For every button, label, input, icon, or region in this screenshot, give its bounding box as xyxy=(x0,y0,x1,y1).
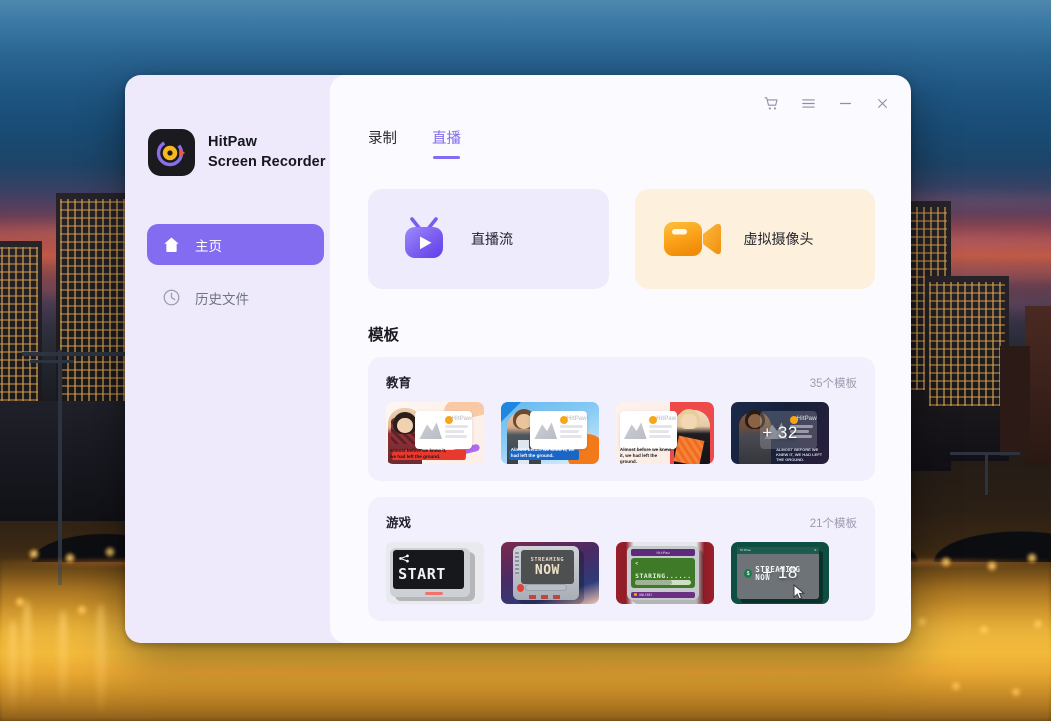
template-thumbnail[interactable]: START xyxy=(386,542,484,604)
streetlight xyxy=(28,548,40,560)
feature-card-live-stream[interactable]: 直播流 xyxy=(368,189,609,289)
template-group-education-name: 教育 xyxy=(386,376,412,390)
sidebar-item-home[interactable]: 主页 xyxy=(147,224,324,265)
thumbnail-caption: Almost before we knew it, we had left th… xyxy=(619,446,671,464)
sidebar-item-history-label: 历史文件 xyxy=(195,291,249,307)
tab-bar: 录制 直播 xyxy=(368,127,461,159)
template-group-education: 教育 35个模板 HitPaw Almost before we knew it… xyxy=(368,357,875,481)
template-thumbnail[interactable]: STREAMING NOW STREAMING NOW xyxy=(501,542,599,604)
more-templates-badge[interactable]: + 32 xyxy=(731,402,829,464)
building xyxy=(1000,346,1030,456)
template-thumbnails: HitPaw Almost before we knew it, we had … xyxy=(386,402,857,464)
more-templates-badge[interactable]: + 18 xyxy=(731,542,829,604)
scroll-area[interactable]: 直播流 虚拟摄像头 模板 教育 35个模板 HitPaw Almost befo… xyxy=(330,171,911,643)
streetlight xyxy=(104,546,116,558)
feature-card-virtual-camera-label: 虚拟摄像头 xyxy=(743,231,814,247)
light-reflection xyxy=(58,610,68,710)
tv-play-icon xyxy=(395,211,451,267)
tab-record[interactable]: 录制 xyxy=(368,127,397,159)
template-thumbnail[interactable]: HitPaw Almost before we knew it, we had … xyxy=(616,402,714,464)
template-thumbnails: START STREAMING NOW HitPaw < STARING....… xyxy=(386,542,857,604)
template-group-games-name: 游戏 xyxy=(386,516,412,530)
thumbnail-caption: STARING...... xyxy=(635,572,692,581)
close-icon[interactable] xyxy=(867,89,897,117)
feature-row: 直播流 虚拟摄像头 xyxy=(330,171,911,289)
video-camera-icon xyxy=(662,214,724,264)
handheld-console: START xyxy=(389,547,471,598)
template-thumbnail[interactable]: HitPaw Almost before we knew it, we had … xyxy=(386,402,484,464)
crane-mast xyxy=(985,455,988,495)
hitpaw-logo-icon xyxy=(148,129,195,176)
thumbnail-caption-now: NOW xyxy=(534,562,560,578)
pda-console: HitPaw < STARING...... ONLINE! xyxy=(626,546,700,600)
crane-counterjib xyxy=(30,360,74,363)
sidebar-item-home-label: 主页 xyxy=(195,238,222,254)
light-reflection xyxy=(8,620,18,715)
template-thumbnail-more[interactable]: HitPaw ALMOST BEFORE WE KNEW IT, WE HAD … xyxy=(731,402,829,464)
cart-icon[interactable] xyxy=(756,89,786,117)
template-group-games: 游戏 21个模板 START STREAMING NOW HitPaw < ST… xyxy=(368,497,875,621)
content-panel: 录制 直播 直播流 虚拟摄像头 模板 教育 35个模板 HitPaw Almos… xyxy=(330,75,911,643)
slide-card: HitPaw xyxy=(619,410,677,450)
crane-jib xyxy=(950,452,1020,455)
template-group-header: 教育 35个模板 xyxy=(386,372,857,391)
slide-card: HitPaw xyxy=(530,410,588,450)
template-group-header: 游戏 21个模板 xyxy=(386,512,857,531)
hitpaw-app-window: HitPaw Screen Recorder 主页 历史文件 录制 直播 直播流… xyxy=(125,75,911,643)
brand: HitPaw Screen Recorder xyxy=(125,129,346,176)
template-thumbnail[interactable]: HitPaw Almost before we knew it, we had … xyxy=(501,402,599,464)
template-thumbnail-more[interactable]: HitPaw ⊡ $ STREAMING NOW + 18 xyxy=(731,542,829,604)
tab-live[interactable]: 直播 xyxy=(432,127,461,159)
building xyxy=(925,276,1009,461)
template-group-games-count[interactable]: 21个模板 xyxy=(810,515,857,531)
crane-mast xyxy=(58,350,62,585)
thumbnail-caption: Almost before we knew it, we had left th… xyxy=(389,447,447,460)
window-controls xyxy=(756,89,897,117)
clock-icon xyxy=(162,288,181,307)
template-thumbnail[interactable]: HitPaw < STARING...... ONLINE! xyxy=(616,542,714,604)
sidebar-nav: 主页 历史文件 xyxy=(125,224,346,318)
minimize-icon[interactable] xyxy=(830,89,860,117)
retro-monitor: STREAMING NOW xyxy=(512,546,580,600)
template-group-education-count[interactable]: 35个模板 xyxy=(810,375,857,391)
brand-line-2: Screen Recorder xyxy=(208,153,326,170)
brand-text: HitPaw Screen Recorder xyxy=(208,133,326,171)
thumbnail-caption: START xyxy=(398,564,446,583)
home-icon xyxy=(162,235,181,254)
light-reflection xyxy=(96,604,106,720)
sidebar: HitPaw Screen Recorder 主页 历史文件 xyxy=(125,75,346,643)
thumbnail-caption: Almost before we knew it, we had left th… xyxy=(510,446,575,458)
feature-card-live-stream-label: 直播流 xyxy=(471,231,513,247)
slide-card: HitPaw xyxy=(415,410,473,450)
menu-icon[interactable] xyxy=(793,89,823,117)
templates-heading: 模板 xyxy=(368,327,400,344)
brand-line-1: HitPaw xyxy=(208,134,257,151)
feature-card-virtual-camera[interactable]: 虚拟摄像头 xyxy=(634,189,875,289)
light-reflection xyxy=(22,600,32,710)
sidebar-item-history[interactable]: 历史文件 xyxy=(147,277,324,318)
